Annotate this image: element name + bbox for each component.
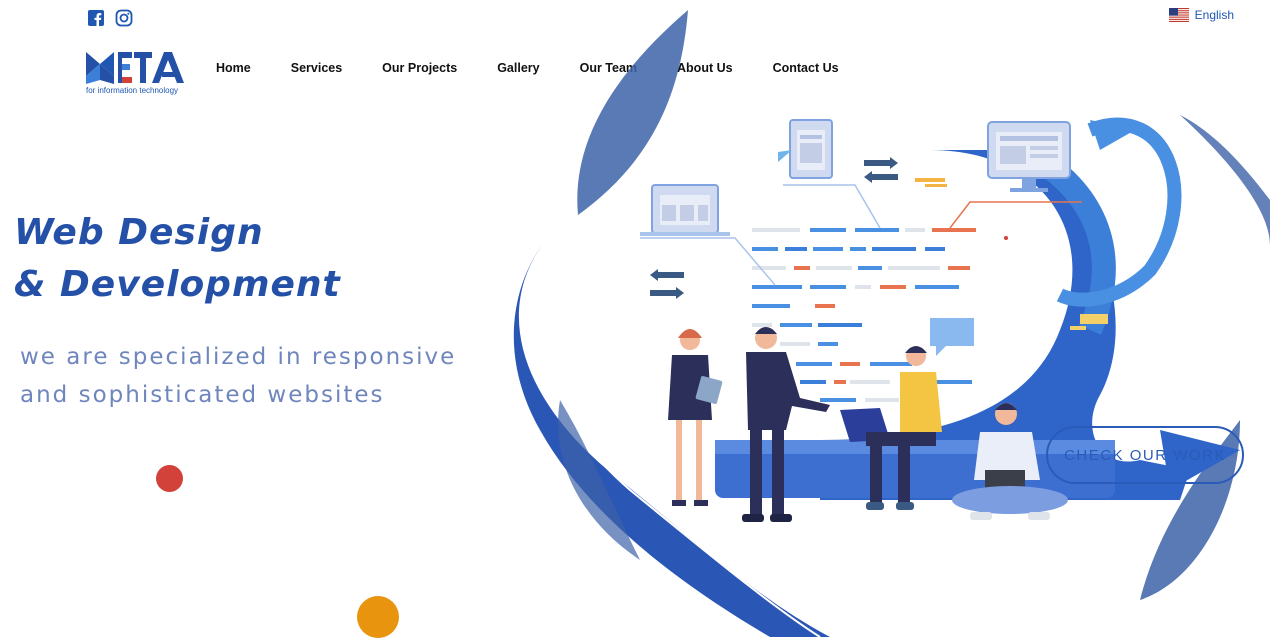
facebook-icon[interactable]	[87, 9, 105, 27]
instagram-icon[interactable]	[115, 9, 133, 27]
hero-title-line-2: & Development	[14, 264, 341, 305]
nav-our-projects[interactable]: Our Projects	[382, 61, 457, 75]
hero-subtitle-line-2: and sophisticated websites	[20, 382, 385, 408]
hero-title-line-1: Web Design	[14, 212, 264, 253]
nav-home[interactable]: Home	[216, 61, 251, 75]
decorative-red-dot	[156, 465, 183, 492]
hero-title: Web Design & Development	[14, 207, 341, 311]
hero-subtitle: we are specialized in responsive and sop…	[20, 338, 456, 414]
person-woman	[668, 329, 723, 506]
decorative-orange-dot	[357, 596, 399, 638]
nav-services[interactable]: Services	[291, 61, 342, 75]
hero-subtitle-line-1: we are specialized in responsive	[20, 344, 457, 370]
check-our-work-button[interactable]: CHECK OUR WORK	[1046, 426, 1244, 484]
hero-illustration	[513, 10, 1270, 637]
logo-subtitle: for information technology	[86, 86, 179, 95]
